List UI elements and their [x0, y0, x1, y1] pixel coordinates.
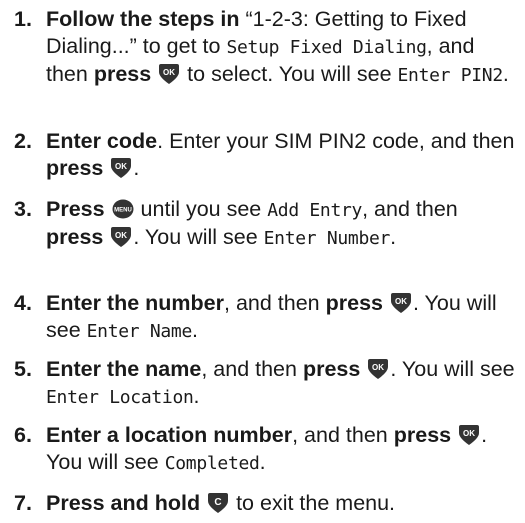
svg-text:MENU: MENU	[114, 208, 132, 214]
step-number: 1.	[14, 7, 32, 31]
step-action: Press	[46, 197, 105, 221]
step-text-part: to exit the menu.	[230, 491, 396, 515]
step-text-part: , and then	[292, 423, 394, 447]
step-number: 2.	[14, 129, 32, 153]
step-action: press	[302, 357, 361, 381]
step-action: Enter the name	[46, 357, 202, 381]
display-text: Enter Location	[46, 387, 194, 408]
step-action: press	[325, 291, 383, 315]
ok-key-icon: OK	[158, 64, 180, 84]
step-action: Enter code	[46, 129, 158, 153]
svg-text:C: C	[214, 497, 221, 508]
svg-text:OK: OK	[115, 162, 127, 171]
step-text-part: . You will see	[133, 225, 264, 249]
step-action: press	[93, 62, 152, 86]
step-text-part: .	[259, 450, 266, 474]
step-number: 7.	[14, 491, 32, 515]
step-number: 4.	[14, 291, 32, 315]
svg-text:OK: OK	[372, 363, 384, 372]
display-text: Setup Fixed Dialing	[226, 37, 427, 58]
step-text-part: .	[193, 384, 200, 408]
step-text: Enter the name, and then press OK . You …	[46, 356, 518, 411]
step-number: 3.	[14, 197, 32, 221]
step-text-part: , and then	[201, 357, 303, 381]
svg-text:OK: OK	[163, 68, 175, 77]
step-text: Enter a location number, and then press …	[46, 422, 518, 477]
svg-text:OK: OK	[115, 231, 127, 240]
step-text-part: , and then	[362, 197, 458, 221]
step-text: Follow the steps in “1-2-3: Getting to F…	[46, 6, 518, 89]
step-action: press	[46, 225, 104, 249]
step-text-part: .	[133, 156, 140, 180]
step-text-part: . You will see	[390, 357, 515, 381]
step-text: Press MENU until you see Add Entry, and …	[46, 196, 518, 252]
ok-key-icon: OK	[110, 158, 132, 178]
step-text-part: . Enter your SIM PIN2 code, and then	[157, 129, 515, 153]
step-text-part: to select. You will see	[181, 62, 398, 86]
step-number: 6.	[14, 423, 32, 447]
display-text: Enter PIN2	[397, 65, 504, 86]
display-text: Enter Number	[263, 228, 391, 249]
display-text: Completed	[164, 453, 260, 474]
step-text-part: .	[502, 62, 509, 86]
step-text: Enter code. Enter your SIM PIN2 code, an…	[46, 128, 518, 182]
step-action: Press and hold	[46, 491, 201, 515]
ok-key-icon: OK	[367, 359, 389, 379]
clear-key-icon: C	[207, 493, 229, 513]
menu-key-icon: MENU	[112, 199, 134, 219]
step-text: Press and hold C to exit the menu.	[46, 490, 518, 517]
step-action: Enter the number	[46, 291, 224, 315]
step-action: Enter a location number	[46, 423, 293, 447]
svg-text:OK: OK	[395, 297, 407, 306]
ok-key-icon: OK	[110, 227, 132, 247]
step-text-part: .	[192, 318, 198, 342]
ok-key-icon: OK	[458, 425, 480, 445]
display-text: Enter Name	[86, 321, 193, 342]
step-action: press	[393, 423, 452, 447]
ok-key-icon: OK	[390, 293, 412, 313]
display-text: Add Entry	[267, 200, 363, 221]
step-action: Follow the steps in	[46, 7, 240, 31]
step-text: Enter the number, and then press OK . Yo…	[46, 290, 518, 345]
step-text-part: .	[390, 225, 397, 249]
step-text-part: , and then	[224, 291, 326, 315]
step-number: 5.	[14, 357, 32, 381]
step-text-part: until you see	[134, 197, 268, 221]
svg-text:OK: OK	[463, 429, 475, 438]
step-action: press	[46, 156, 104, 180]
